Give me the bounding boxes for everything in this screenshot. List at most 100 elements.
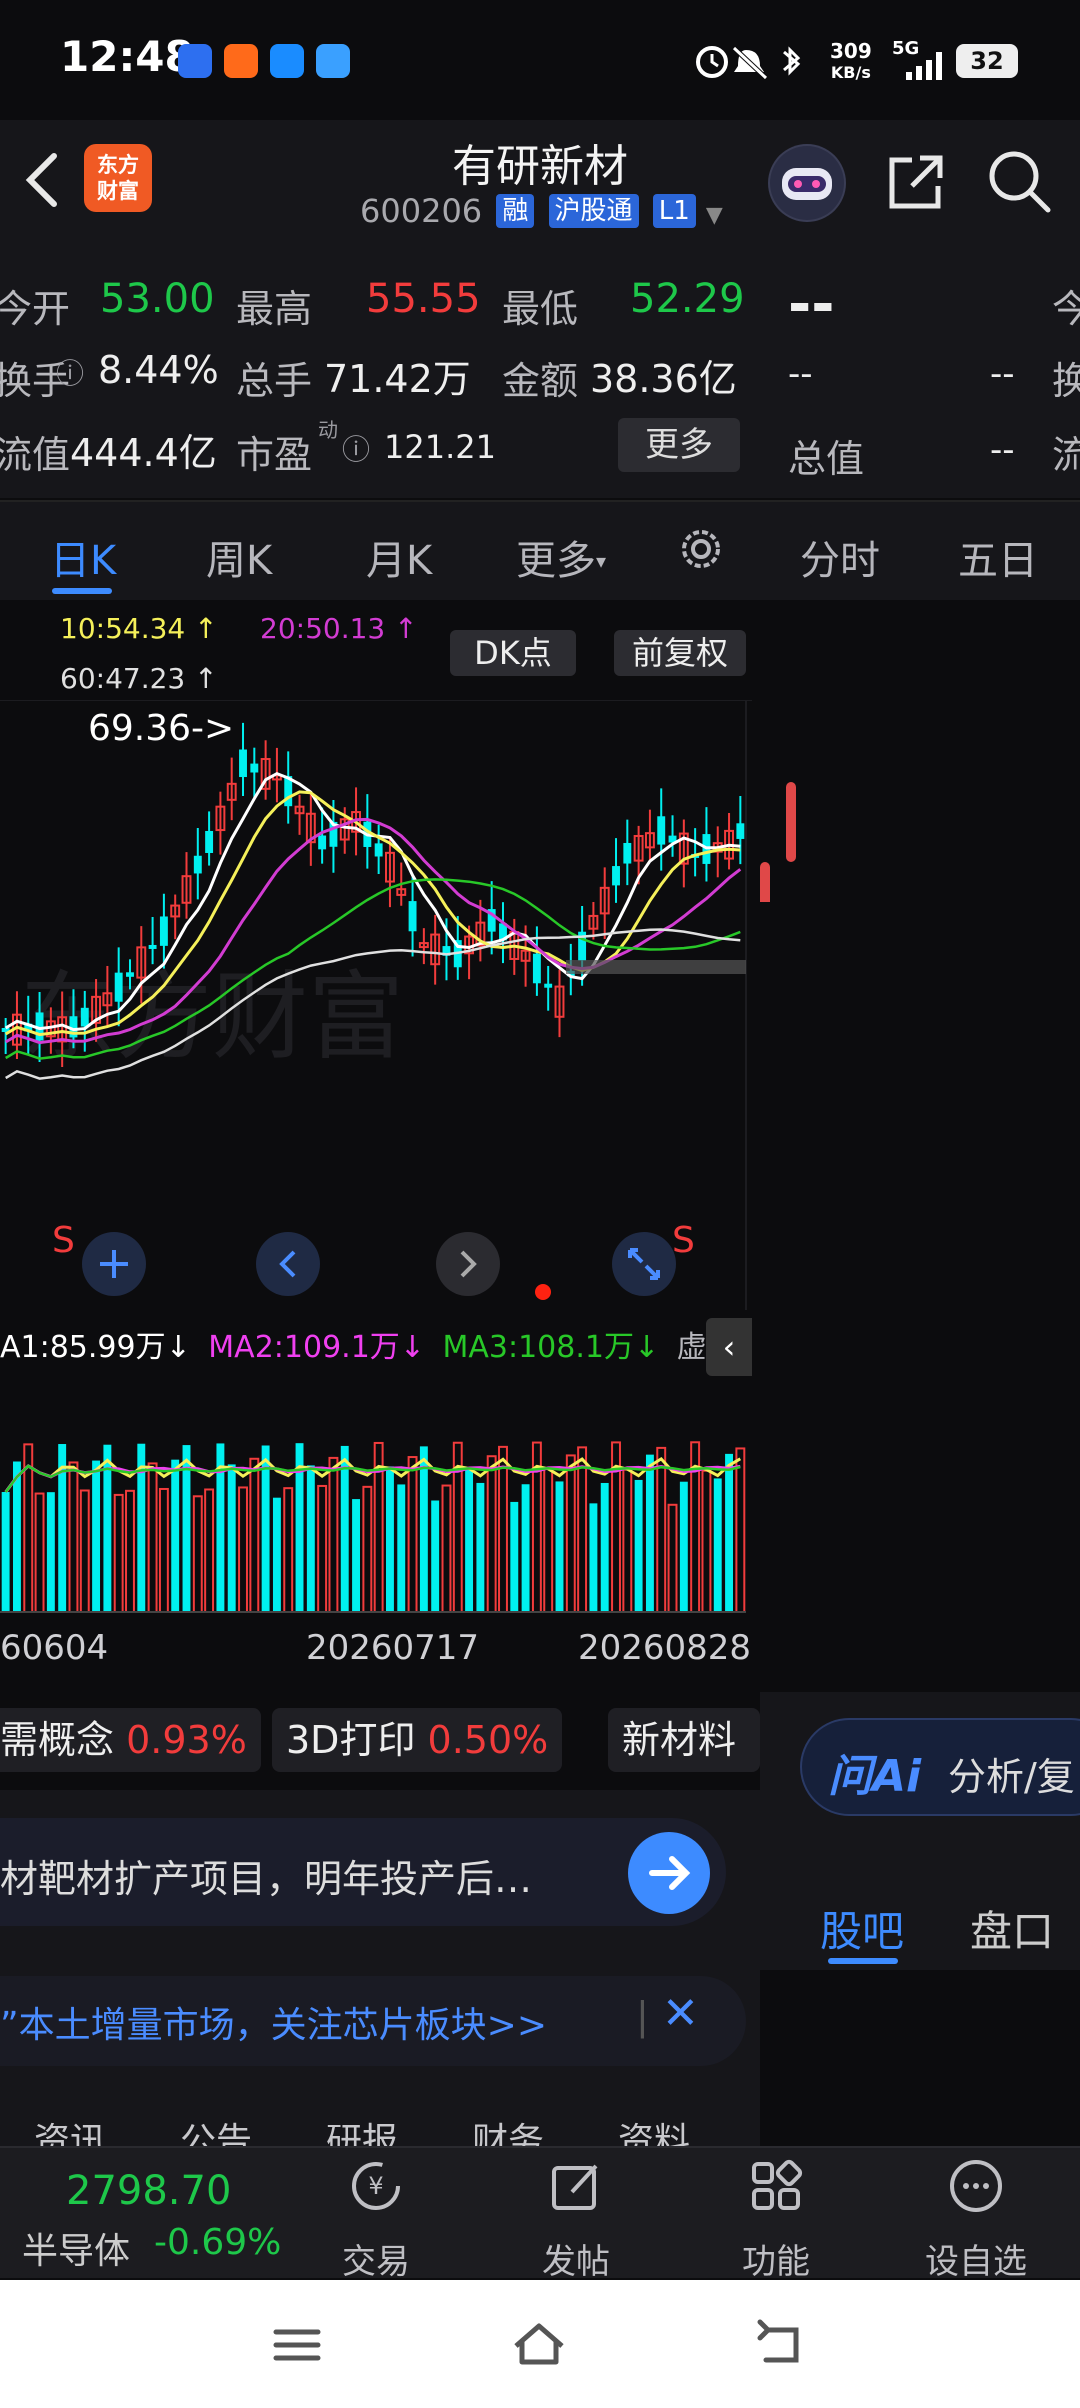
back-icon[interactable] [746,2310,816,2380]
volume-bar [362,1485,373,1613]
stock-header: 东方 财富 有研新材 600206 融 沪股通 L1 ▼ [0,120,1080,248]
candle-body [205,830,214,853]
tab-more[interactable]: 更多▾ [516,528,606,586]
concept-chip[interactable]: 需概念 0.93% [0,1708,261,1772]
kline-svg: 东方财富 [0,700,752,1310]
volume-bar [261,1445,270,1612]
net-speed: 309 KB/s [830,39,872,82]
volume-bar [328,1456,339,1614]
robot-assistant-icon[interactable] [768,144,846,222]
clock: 12:48 [60,32,194,81]
zoom-in-icon[interactable] [82,1232,146,1296]
fullscreen-icon[interactable] [612,1232,676,1296]
right-dash: -- [788,354,813,394]
amount-label: 金额 [502,359,579,403]
volume-bar [431,1500,440,1612]
volume-bar [272,1497,281,1612]
function-button[interactable]: 功能 [696,2148,856,2282]
right-edge-label: 今 [1052,287,1080,331]
index-value: 2798.70 [66,2168,232,2214]
trade-button[interactable]: ¥ 交易 [296,2148,456,2282]
dropdown-caret-icon[interactable]: ▼ [706,203,723,228]
ma10-legend: 20:50.13 ↑ [260,612,418,645]
volume-bar [521,1484,530,1612]
dk-point-button[interactable]: DK点 [450,630,576,676]
search-icon[interactable] [986,148,1052,214]
menu-icon[interactable] [262,2310,332,2380]
tab-month-k[interactable]: 月K [366,528,432,586]
next-icon[interactable] [436,1232,500,1296]
notification-icon [316,44,350,78]
grid-icon [748,2158,804,2214]
tab-profile[interactable]: 资料 [618,2112,690,2146]
tab-day-k[interactable]: 日K [50,528,116,586]
pe-dynamic-sup: 动 [318,418,338,442]
candle-body [148,944,157,949]
volume-bar [227,1464,236,1612]
notice-banner[interactable]: ”本土增量市场，关注芯片板块>> | ✕ [0,1976,746,2066]
right-dash: -- [990,354,1015,394]
volume-bar [634,1479,643,1612]
tab-guba[interactable]: 股吧 [820,1898,904,1959]
peak-annotation: 69.36-> [88,708,235,749]
volume-bar [171,1459,180,1612]
ask-ai-button[interactable]: 问Ai 分析/复 [800,1718,1080,1816]
date-label: 20260828 [578,1628,752,1668]
index-widget[interactable]: 2798.70 半导体 -0.69% [0,2148,300,2280]
vol-ma2: MA2:109.1万↓ [208,1330,425,1365]
more-button[interactable]: 更多 [618,418,740,472]
concept-chip[interactable]: 新材料 [608,1708,760,1772]
volume-bar [12,1461,21,1612]
volume-bar [555,1481,564,1612]
tab-pankou[interactable]: 盘口 [970,1898,1054,1959]
volume-bar [1,1492,10,1612]
volume-legend: A1:85.99万↓ MA2:109.1万↓ MA3:108.1万↓ 虚拟成交量… [0,1322,752,1372]
post-button[interactable]: 发帖 [496,2148,656,2282]
volume-bar [113,1493,124,1613]
forward-adjust-button[interactable]: 前复权 [614,630,746,676]
home-icon[interactable] [504,2310,574,2380]
news-ticker[interactable]: 材靶材扩产项目，明年投产后… [0,1818,726,1926]
settings-gear-icon[interactable] [676,524,726,574]
candle-body [408,901,417,932]
tab-news[interactable]: 资讯 [34,2112,106,2146]
candle-body [114,972,123,1002]
candle-body [657,816,666,845]
volume-bar [306,1465,315,1612]
volume-bar [600,1482,609,1612]
info-icon[interactable]: ⓘ [342,428,370,468]
volume-bar [510,1501,519,1612]
volume-bar [249,1457,260,1613]
tag-connect: 沪股通 [548,194,639,228]
system-nav-bar [0,2280,1080,2408]
tab-announcement[interactable]: 公告 [180,2112,252,2146]
collapse-chevron-icon[interactable]: ‹ [706,1318,752,1376]
concept-chip[interactable]: 3D打印 0.50% [272,1708,563,1772]
amount-value: 38.36亿 [590,357,737,401]
stock-code-row[interactable]: 600206 融 沪股通 L1 ▼ [360,192,723,230]
volume-bar [192,1495,203,1613]
close-icon[interactable]: ✕ [662,1988,699,2039]
bottom-toolbar: 2798.70 半导体 -0.69% ¥ 交易 发帖 功能 设自选 [0,2146,1080,2282]
tab-research[interactable]: 研报 [326,2112,398,2146]
info-icon[interactable]: ⓘ [56,352,84,392]
right-edge-label: 换 [1052,359,1080,403]
share-icon[interactable] [884,150,948,214]
svg-text:¥: ¥ [368,2172,383,2200]
volume-bar [92,1460,101,1612]
sell-marker: S [52,1220,75,1261]
arrow-right-icon[interactable] [628,1832,710,1914]
battery-icon: 32 [956,44,1018,78]
tab-intraday[interactable]: 分时 [800,528,880,586]
tab-finance[interactable]: 财务 [472,2112,544,2146]
candle-body [623,842,632,864]
tab-five-day[interactable]: 五日 [958,528,1038,586]
tab-week-k[interactable]: 周K [206,528,272,586]
more-dots-icon [948,2158,1004,2214]
prev-icon[interactable] [256,1232,320,1296]
volume-bar [34,1492,45,1613]
candle-body [250,763,259,773]
add-watchlist-button[interactable]: 设自选 [896,2148,1056,2282]
vol-ma1: A1:85.99万↓ [0,1330,191,1365]
volume-bar [397,1484,406,1612]
